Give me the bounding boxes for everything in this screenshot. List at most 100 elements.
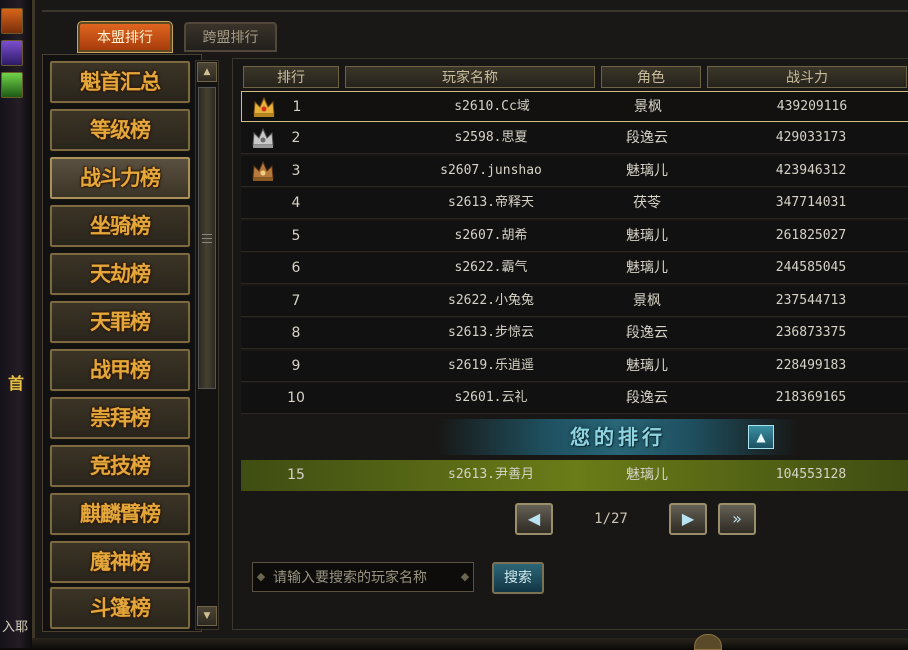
player-search-input[interactable] <box>271 565 461 591</box>
grip-line <box>202 238 212 239</box>
player-name-cell: s2607.胡希 <box>454 228 528 243</box>
scroll-down-icon[interactable]: ▼ <box>197 606 217 626</box>
power-cell: 236873375 <box>775 325 847 340</box>
power-cell: 244585045 <box>775 260 847 275</box>
partial-label-bottom: 入耶 <box>2 620 29 635</box>
header-combat-power[interactable]: 战斗力 <box>707 66 907 88</box>
power-cell: 439209116 <box>776 99 848 114</box>
rank-cell: 1 <box>292 99 302 115</box>
ranking-table-panel: 排行 玩家名称 角色 战斗力 1 s2610.Cc域 景枫 439209116 … <box>232 58 908 630</box>
header-role[interactable]: 角色 <box>601 66 701 88</box>
rank-cell: 15 <box>287 467 305 483</box>
rank-cell: 8 <box>291 325 301 341</box>
tab-cross-alliance-ranking[interactable]: 跨盟排行 <box>184 22 277 52</box>
table-row[interactable]: 8 s2613.步惊云 段逸云 236873375 <box>241 318 908 349</box>
table-row[interactable]: 4 s2613.帝释天 茯苓 347714031 <box>241 188 908 219</box>
scroll-up-icon[interactable]: ▲ <box>197 62 217 82</box>
table-row[interactable]: 2 s2598.思夏 段逸云 429033173 <box>241 123 908 154</box>
role-cell: 魅璃儿 <box>626 228 668 244</box>
prev-page-button[interactable]: ◀ <box>515 503 553 535</box>
role-cell: 魅璃儿 <box>626 163 668 179</box>
role-cell: 景枫 <box>634 99 662 115</box>
role-cell: 段逸云 <box>626 130 668 146</box>
rank-cell: 5 <box>291 228 301 244</box>
sidebar-item-tianjie[interactable]: 天劫榜 <box>49 252 191 296</box>
role-cell: 茯苓 <box>633 195 661 211</box>
role-cell: 魅璃儿 <box>626 260 668 276</box>
tab-alliance-ranking[interactable]: 本盟排行 <box>77 21 173 53</box>
role-cell: 魅璃儿 <box>626 467 668 483</box>
rank-cell: 7 <box>291 293 301 309</box>
green-gem-icon[interactable] <box>1 72 23 98</box>
gift-icon[interactable] <box>1 8 23 34</box>
rank-cell: 10 <box>287 390 305 406</box>
role-cell: 段逸云 <box>626 390 668 406</box>
power-cell: 104553128 <box>775 467 847 482</box>
window-top-divider <box>42 10 908 12</box>
table-row[interactable]: 3 s2607.junshao 魅璃儿 423946312 <box>241 156 908 187</box>
table-row[interactable]: 1 s2610.Cc域 景枫 439209116 <box>241 91 908 122</box>
header-rank[interactable]: 排行 <box>243 66 339 88</box>
sidebar-item-armor[interactable]: 战甲榜 <box>49 348 191 392</box>
sidebar-item-demon-god[interactable]: 魔神榜 <box>49 540 191 584</box>
role-cell: 景枫 <box>633 293 661 309</box>
sidebar-item-mount[interactable]: 坐骑榜 <box>49 204 191 248</box>
sidebar-item-tianzui[interactable]: 天罪榜 <box>49 300 191 344</box>
player-name-cell: s2613.帝释天 <box>448 195 534 210</box>
arrow-left-icon: ◀ <box>527 509 541 528</box>
power-cell: 228499183 <box>775 358 847 373</box>
page-indicator: 1/27 <box>594 511 628 527</box>
ornament-left-icon: ◆ <box>256 570 266 583</box>
sidebar-item-champion-summary[interactable]: 魁首汇总 <box>49 60 191 104</box>
power-cell: 429033173 <box>775 130 847 145</box>
player-name-cell: s2601.云礼 <box>454 390 528 405</box>
rank-cell: 2 <box>291 130 301 146</box>
rank-cell: 3 <box>291 163 301 179</box>
sidebar-item-worship[interactable]: 崇拜榜 <box>49 396 191 440</box>
left-edge-strip: 首 入耶 <box>0 0 32 648</box>
player-name-cell: s2622.霸气 <box>454 260 528 275</box>
sidebar-scrollbar[interactable]: ▲ ▼ <box>195 60 219 630</box>
power-cell: 347714031 <box>775 195 847 210</box>
partial-label-top: 首 <box>8 374 25 393</box>
table-row[interactable]: 5 s2607.胡希 魅璃儿 261825027 <box>241 221 908 252</box>
search-box: ◆ ◆ <box>252 562 474 592</box>
collapse-chevron-up-icon[interactable]: ▲ <box>748 425 774 449</box>
purple-gem-icon[interactable] <box>1 40 23 66</box>
window-bottom-border <box>32 638 908 648</box>
last-page-button[interactable]: » <box>718 503 756 535</box>
search-button[interactable]: 搜索 <box>492 562 544 594</box>
table-row[interactable]: 6 s2622.霸气 魅璃儿 244585045 <box>241 253 908 284</box>
sidebar-item-arena[interactable]: 竞技榜 <box>49 444 191 488</box>
my-rank-row[interactable]: 15 s2613.尹善月 魅璃儿 104553128 <box>241 460 908 491</box>
next-page-button[interactable]: ▶ <box>669 503 707 535</box>
player-name-cell: s2613.步惊云 <box>448 325 534 340</box>
role-cell: 魅璃儿 <box>626 358 668 374</box>
power-cell: 237544713 <box>775 293 847 308</box>
rank-cell: 4 <box>291 195 301 211</box>
sidebar-item-cloak[interactable]: 斗篷榜 <box>49 586 191 630</box>
sidebar-item-qilin-arm[interactable]: 麒麟臂榜 <box>49 492 191 536</box>
my-rank-title: 您的排行 <box>570 425 666 449</box>
rank-cell: 9 <box>291 358 301 374</box>
arrow-right-icon: ▶ <box>681 509 695 528</box>
player-name-cell: s2613.尹善月 <box>448 467 534 482</box>
sidebar-item-combat-power[interactable]: 战斗力榜 <box>49 156 191 200</box>
my-rank-banner: 您的排行 <box>438 419 798 455</box>
player-name-cell: s2610.Cc域 <box>454 99 530 114</box>
player-name-cell: s2619.乐逍遥 <box>448 358 534 373</box>
ornament-right-icon: ◆ <box>460 570 470 583</box>
power-cell: 261825027 <box>775 228 847 243</box>
table-row[interactable]: 10 s2601.云礼 段逸云 218369165 <box>241 383 908 414</box>
double-arrow-right-icon: » <box>732 509 742 528</box>
player-name-cell: s2607.junshao <box>440 163 542 178</box>
scroll-thumb[interactable] <box>198 87 216 389</box>
sidebar-item-level[interactable]: 等级榜 <box>49 108 191 152</box>
rank-cell: 6 <box>291 260 301 276</box>
power-cell: 423946312 <box>775 163 847 178</box>
table-row[interactable]: 7 s2622.小兔兔 景枫 237544713 <box>241 286 908 317</box>
header-player-name[interactable]: 玩家名称 <box>345 66 595 88</box>
table-row[interactable]: 9 s2619.乐逍遥 魅璃儿 228499183 <box>241 351 908 382</box>
grip-line <box>202 242 212 243</box>
player-name-cell: s2598.思夏 <box>454 130 528 145</box>
